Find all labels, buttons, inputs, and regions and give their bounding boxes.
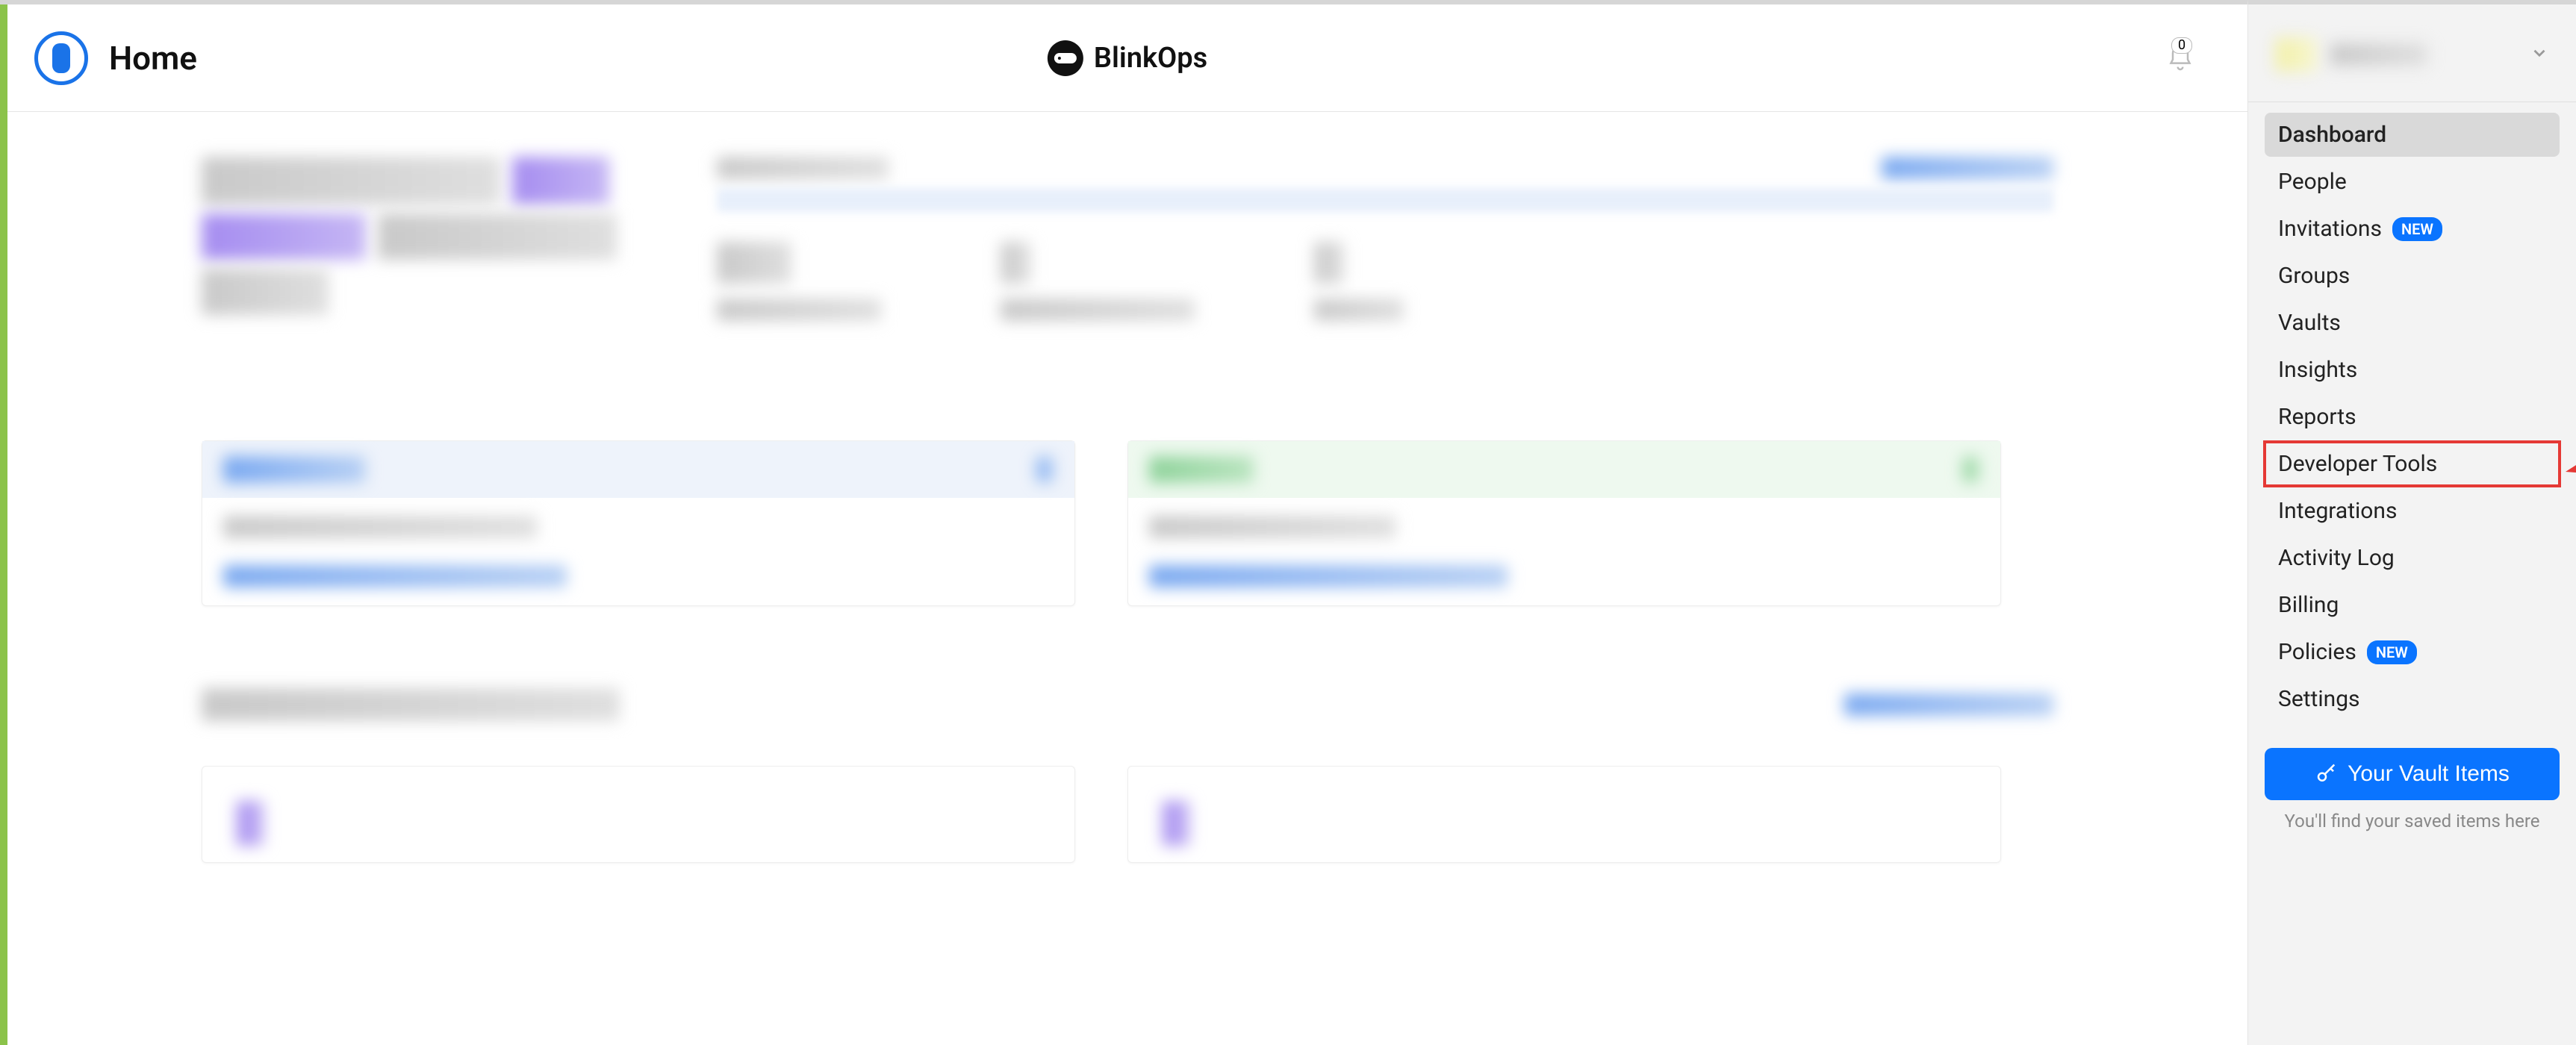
- section-heading: [202, 688, 2053, 721]
- notification-count: 0: [2171, 37, 2192, 54]
- left-accent-strip: [0, 0, 7, 1045]
- vault-items-label: Your Vault Items: [2348, 761, 2510, 787]
- topbar: Home BlinkOps 0: [7, 4, 2247, 112]
- notifications-button[interactable]: 0: [2165, 43, 2195, 73]
- sidebar-item-insights[interactable]: Insights: [2265, 348, 2560, 392]
- sidebar-item-reports[interactable]: Reports: [2265, 395, 2560, 439]
- user-name: [2330, 43, 2427, 66]
- sidebar-item-policies[interactable]: Policies NEW: [2265, 630, 2560, 674]
- sidebar-item-label: Groups: [2278, 263, 2350, 289]
- sidebar-item-groups[interactable]: Groups: [2265, 254, 2560, 298]
- stats-block: [717, 157, 2053, 321]
- sidebar-item-label: Invitations: [2278, 216, 2382, 242]
- sidebar-item-label: Settings: [2278, 686, 2360, 712]
- vault-items-button[interactable]: Your Vault Items: [2265, 748, 2560, 800]
- sidebar-item-label: People: [2278, 169, 2347, 195]
- sidebar-item-label: Reports: [2278, 404, 2356, 430]
- sidebar-item-label: Insights: [2278, 357, 2357, 383]
- summary-card[interactable]: [1127, 440, 2001, 606]
- dashboard-content: [7, 112, 2247, 908]
- greeting-block: [202, 157, 627, 321]
- main-app: Home BlinkOps 0: [7, 0, 2247, 1045]
- sidebar-item-label: Developer Tools: [2278, 451, 2437, 477]
- sidebar-item-integrations[interactable]: Integrations: [2265, 489, 2560, 533]
- item-card[interactable]: [1127, 766, 2001, 863]
- sidebar-item-settings[interactable]: Settings: [2265, 677, 2560, 721]
- account-switcher[interactable]: [2248, 24, 2576, 102]
- sidebar-item-label: Dashboard: [2278, 122, 2386, 148]
- sidebar-item-invitations[interactable]: Invitations NEW: [2265, 207, 2560, 251]
- sidebar-item-vaults[interactable]: Vaults: [2265, 301, 2560, 345]
- sidebar-item-people[interactable]: People: [2265, 160, 2560, 204]
- sidebar-item-label: Vaults: [2278, 310, 2341, 336]
- vault-items-hint: You'll find your saved items here: [2248, 811, 2576, 832]
- new-badge: NEW: [2367, 640, 2417, 664]
- brand-name: BlinkOps: [1094, 42, 1207, 75]
- page-title: Home: [109, 39, 197, 78]
- sidebar-item-label: Activity Log: [2278, 545, 2395, 571]
- right-sidebar: Dashboard People Invitations NEW Groups …: [2247, 0, 2576, 1045]
- sidebar-item-label: Billing: [2278, 592, 2339, 618]
- new-badge: NEW: [2392, 217, 2442, 241]
- sidebar-item-dashboard[interactable]: Dashboard: [2265, 113, 2560, 157]
- key-icon: [2315, 763, 2337, 785]
- sidebar-item-activity-log[interactable]: Activity Log: [2265, 536, 2560, 580]
- sidebar-item-developer-tools[interactable]: Developer Tools: [2265, 442, 2560, 486]
- sidebar-nav: Dashboard People Invitations NEW Groups …: [2248, 113, 2576, 721]
- app-logo-icon[interactable]: [34, 31, 88, 85]
- annotation-arrow-icon: [2566, 449, 2576, 475]
- sidebar-item-label: Policies: [2278, 639, 2356, 665]
- summary-card[interactable]: [202, 440, 1075, 606]
- brand-center: BlinkOps: [1048, 40, 1207, 76]
- item-card[interactable]: [202, 766, 1075, 863]
- chevron-down-icon: [2530, 43, 2549, 66]
- sidebar-item-label: Integrations: [2278, 498, 2397, 524]
- avatar: [2275, 37, 2317, 72]
- blinkops-icon: [1048, 40, 1083, 76]
- sidebar-item-billing[interactable]: Billing: [2265, 583, 2560, 627]
